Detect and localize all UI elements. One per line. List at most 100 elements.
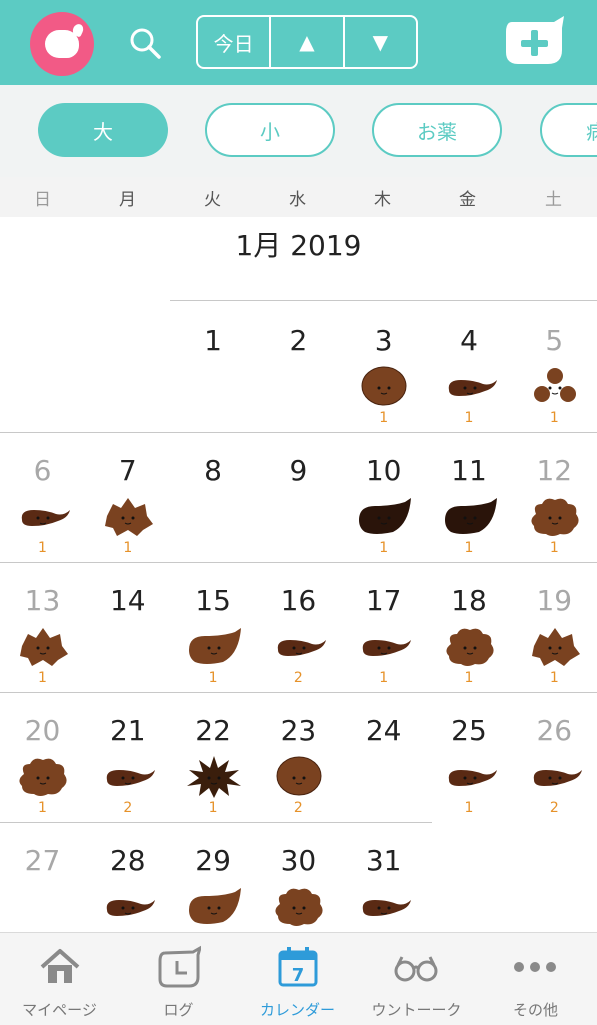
day-number: 3 — [374, 324, 393, 357]
day-number: 5 — [545, 324, 564, 357]
stool-blob-icon — [183, 624, 245, 668]
tab-more[interactable]: その他 — [476, 933, 595, 1025]
calendar-day-cell[interactable]: 12 1 — [512, 430, 597, 560]
stool-tadpole-icon — [353, 624, 415, 668]
calendar-day-cell[interactable]: 31 — [341, 300, 426, 430]
day-number: 8 — [204, 454, 222, 487]
stool-round-icon — [353, 364, 415, 408]
calendar-day-cell[interactable]: 16 2 — [256, 560, 341, 690]
stool-burst-icon — [183, 754, 245, 798]
tab-label: ログ — [163, 1001, 194, 1019]
filter-medicine-button[interactable]: お薬 — [372, 103, 502, 157]
day-number: 29 — [195, 844, 231, 877]
record-count: 1 — [464, 410, 474, 426]
calendar-day-cell[interactable]: 20 1 — [0, 690, 85, 820]
calendar-day-cell[interactable]: 11 1 — [427, 430, 512, 560]
calendar-day-cell[interactable]: 71 — [85, 430, 170, 560]
calendar-day-cell[interactable]: 24 — [341, 690, 426, 820]
filter-small-button[interactable]: 小 — [205, 103, 335, 157]
stool-lumpy-icon — [268, 884, 330, 928]
calendar-day-cell[interactable]: 13 1 — [0, 560, 85, 690]
calendar-day-cell[interactable]: 31 — [341, 820, 426, 950]
stool-blob-icon — [183, 884, 245, 928]
record-count: 1 — [549, 540, 559, 556]
day-number: 17 — [365, 584, 402, 617]
day-number: 22 — [195, 714, 231, 747]
weekday-thu: 木 — [374, 190, 391, 210]
stool-blob-dark-icon — [353, 494, 415, 538]
day-number: 31 — [365, 844, 402, 877]
month-title: 1月 2019 — [235, 229, 362, 262]
calendar-day-cell[interactable]: 26 2 — [512, 690, 597, 820]
calendar-day-cell[interactable]: 21 2 — [85, 690, 170, 820]
tab-label: その他 — [512, 1001, 558, 1019]
day-number: 4 — [460, 324, 478, 357]
record-count: 1 — [208, 670, 218, 686]
calendar-day-cell[interactable]: 61 — [0, 430, 85, 560]
log-icon — [158, 945, 201, 988]
day-number: 28 — [109, 844, 146, 877]
home-icon — [40, 949, 80, 983]
record-count: 1 — [464, 800, 474, 816]
calendar-day-cell[interactable]: 1 — [171, 300, 256, 430]
weekday-header: 日 月 火 水 木 金 土 — [0, 177, 597, 217]
calendar-day-cell[interactable]: 18 1 — [427, 560, 512, 690]
record-count: 1 — [38, 670, 47, 686]
next-month-button[interactable]: ▼ — [342, 17, 416, 67]
day-number: 19 — [536, 584, 573, 617]
calendar-day-cell[interactable]: 15 1 — [171, 560, 256, 690]
calendar-day-cell[interactable]: 51 — [512, 300, 597, 430]
weekday-wed: 水 — [289, 190, 306, 210]
day-number: 12 — [536, 454, 573, 487]
stool-tadpole-icon — [268, 624, 330, 668]
tab-mypage[interactable]: マイページ — [0, 933, 119, 1025]
calendar-day-cell[interactable]: 2 — [256, 300, 341, 430]
calendar-day-cell[interactable]: 19 1 — [512, 560, 597, 690]
calendar-day-cell[interactable]: 28 — [85, 820, 170, 950]
stool-tadpole-icon — [97, 884, 159, 928]
calendar-day-cell[interactable]: 17 1 — [341, 560, 426, 690]
day-number: 11 — [451, 454, 487, 487]
calendar-day-cell[interactable]: 10 1 — [341, 430, 426, 560]
day-number: 30 — [280, 844, 317, 877]
day-number: 13 — [24, 584, 61, 617]
stool-round-icon — [268, 754, 330, 798]
add-record-icon[interactable] — [502, 14, 566, 70]
day-number: 27 — [24, 844, 61, 877]
record-count: 1 — [379, 540, 389, 556]
record-count: 1 — [379, 410, 389, 426]
search-icon[interactable] — [128, 26, 162, 60]
calendar-day-cell[interactable]: 14 — [85, 560, 170, 690]
calendar-day-cell[interactable]: 29 — [171, 820, 256, 950]
calendar-day-cell[interactable]: 23 2 — [256, 690, 341, 820]
filter-large-button[interactable]: 大 — [38, 103, 168, 157]
tab-untalk[interactable]: ウントーーク — [357, 933, 476, 1025]
tab-label: カレンダー — [259, 1001, 335, 1019]
record-count: 1 — [208, 800, 218, 816]
calendar-day-cell[interactable]: 25 1 — [427, 690, 512, 820]
calendar-day-cell[interactable]: 9 — [256, 430, 341, 560]
stool-tadpole-icon — [353, 884, 415, 928]
tab-label: マイページ — [22, 1001, 97, 1019]
calendar-day-cell[interactable]: 27 — [0, 820, 85, 950]
calendar-icon: 7 — [278, 947, 318, 987]
record-count: 1 — [549, 410, 559, 426]
date-nav-group: 今日 ▲ ▼ — [196, 15, 418, 69]
filter-illness-button[interactable]: 病 — [540, 103, 597, 157]
calendar-day-cell[interactable]: 41 — [427, 300, 512, 430]
weekday-sun: 日 — [34, 190, 51, 210]
app-logo-icon[interactable] — [30, 12, 94, 76]
calendar-day-cell[interactable]: 22 1 — [171, 690, 256, 820]
record-count: 2 — [123, 800, 133, 816]
prev-month-button[interactable]: ▲ — [269, 17, 342, 67]
calendar-day-cell[interactable]: 30 — [256, 820, 341, 950]
tab-log[interactable]: ログ — [119, 933, 238, 1025]
tab-calendar[interactable]: 7 カレンダー — [238, 933, 357, 1025]
svg-text:7: 7 — [292, 965, 305, 986]
stool-lumpy-icon — [12, 754, 74, 798]
glasses-icon — [394, 956, 438, 982]
today-button[interactable]: 今日 — [198, 17, 269, 67]
calendar-day-cell[interactable]: 8 — [171, 430, 256, 560]
tab-label: ウントーーク — [371, 1001, 462, 1019]
weekday-fri: 金 — [459, 190, 476, 210]
